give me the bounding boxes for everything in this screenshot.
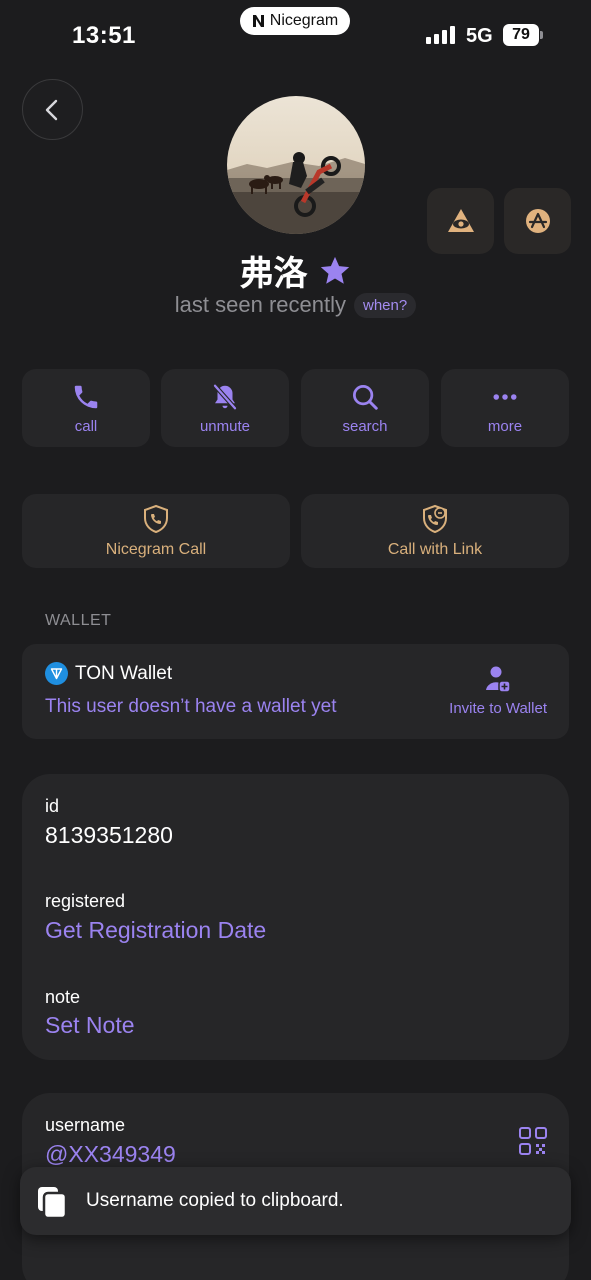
call-with-link-label: Call with Link — [387, 540, 483, 558]
unmute-label: unmute — [199, 417, 251, 435]
last-seen-status: last seen recently — [174, 292, 346, 317]
brand-pill: Nicegram — [240, 7, 350, 35]
status-time: 13:51 — [72, 22, 136, 49]
avatar-photo — [227, 96, 365, 234]
wallet-card: TON Wallet This user doesn’t have a wall… — [22, 644, 569, 739]
search-label: search — [342, 417, 388, 435]
copy-icon — [38, 1187, 68, 1219]
nicegram-call-label: Nicegram Call — [105, 540, 207, 558]
invite-to-wallet-label: Invite to Wallet — [449, 700, 547, 717]
shield-phone-icon — [144, 504, 168, 533]
note-label: note — [45, 987, 81, 1007]
ai-icon — [525, 209, 550, 233]
all-seeing-eye-icon — [447, 209, 474, 232]
ai-button[interactable] — [504, 188, 571, 254]
get-registration-date-link[interactable]: Get Registration Date — [45, 917, 266, 944]
call-with-link-button[interactable]: Call with Link — [301, 494, 569, 568]
when-button[interactable]: when? — [354, 292, 417, 318]
qr-code-icon[interactable] — [519, 1127, 547, 1155]
star-icon[interactable] — [318, 254, 352, 288]
battery-icon: 79 — [503, 24, 539, 46]
username-value[interactable]: @XX349349 — [45, 1141, 176, 1168]
signal-icon — [426, 26, 455, 44]
search-button[interactable]: search — [301, 369, 429, 447]
more-button[interactable]: more — [441, 369, 569, 447]
phone-icon — [74, 385, 98, 408]
wallet-title: TON Wallet — [75, 663, 173, 684]
search-icon — [353, 384, 378, 410]
call-button[interactable]: call — [22, 369, 150, 447]
profile-name: 弗洛 — [239, 255, 308, 293]
brand-name: Nicegram — [269, 12, 339, 29]
ellipsis-icon — [493, 393, 517, 400]
add-user-icon — [486, 666, 511, 693]
battery-tip — [540, 31, 543, 39]
name-row: 弗洛 — [0, 246, 591, 295]
toast-message: Username copied to clipboard. — [86, 1190, 344, 1211]
username-label: username — [45, 1115, 126, 1135]
bell-slash-icon — [213, 383, 237, 410]
shield-link-icon — [423, 504, 447, 533]
eye-shield-button[interactable] — [427, 188, 494, 254]
invite-to-wallet-button[interactable]: Invite to Wallet — [449, 664, 547, 717]
back-button[interactable] — [22, 79, 83, 140]
avatar[interactable] — [227, 96, 365, 234]
call-label: call — [74, 417, 98, 435]
nicegram-call-button[interactable]: Nicegram Call — [22, 494, 290, 568]
status-row: last seen recently when? — [0, 292, 591, 318]
id-value[interactable]: 8139351280 — [45, 822, 173, 849]
network-type: 5G — [466, 25, 493, 47]
nicegram-logo-icon — [252, 15, 264, 27]
wallet-section-header: WALLET — [45, 612, 112, 629]
set-note-link[interactable]: Set Note — [45, 1012, 135, 1039]
registered-label: registered — [45, 891, 126, 911]
more-label: more — [487, 417, 523, 435]
wallet-subtitle: This user doesn’t have a wallet yet — [45, 696, 337, 717]
chevron-left-icon — [45, 99, 57, 120]
info-card: id 8139351280 registered Get Registratio… — [22, 774, 569, 1060]
unmute-button[interactable]: unmute — [161, 369, 289, 447]
battery-level: 79 — [512, 26, 530, 43]
toast[interactable]: Username copied to clipboard. — [20, 1167, 571, 1235]
ton-icon — [45, 662, 68, 685]
id-label: id — [45, 796, 60, 816]
